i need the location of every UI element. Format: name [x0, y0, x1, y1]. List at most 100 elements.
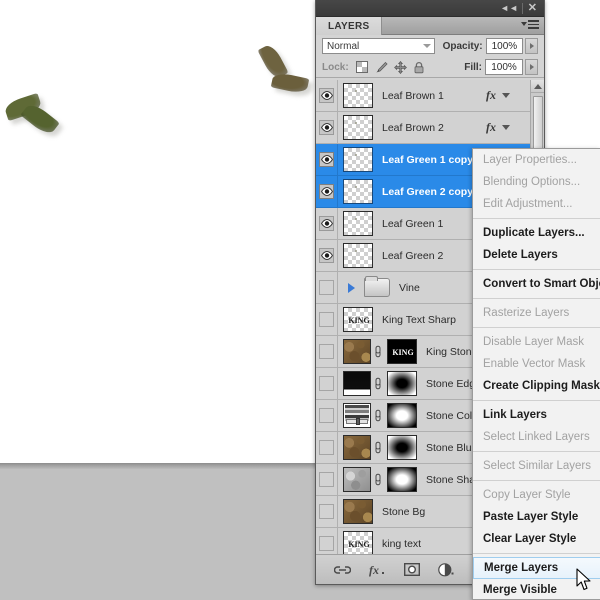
layer-thumbnail[interactable] [343, 499, 373, 524]
layer-effects-cell[interactable]: fx [486, 80, 510, 111]
mask-link-icon[interactable] [372, 441, 383, 454]
mask-link-icon[interactable] [372, 473, 383, 486]
eye-hidden-icon[interactable] [319, 312, 334, 327]
layer-visibility-toggle[interactable] [316, 80, 338, 111]
eye-hidden-icon[interactable] [319, 280, 334, 295]
layer-thumbnail[interactable] [343, 179, 373, 204]
chevron-down-icon[interactable] [502, 125, 510, 130]
layer-name[interactable]: King Stone [426, 346, 477, 358]
layer-visibility-toggle[interactable] [316, 240, 338, 271]
layer-visibility-toggle[interactable] [316, 496, 338, 527]
menu-item[interactable]: Duplicate Layers... [473, 222, 600, 244]
layer-thumbnail[interactable] [343, 467, 371, 492]
lock-row[interactable]: Lock: Fill: 100% [316, 57, 544, 78]
layer-thumbnail[interactable]: KING [343, 307, 373, 332]
layer-visibility-toggle[interactable] [316, 464, 338, 495]
layer-visibility-toggle[interactable] [316, 272, 338, 303]
menu-item[interactable]: Convert to Smart Object [473, 273, 600, 295]
layer-visibility-toggle[interactable] [316, 208, 338, 239]
eye-hidden-icon[interactable] [319, 536, 334, 551]
layer-visibility-toggle[interactable] [316, 112, 338, 143]
layer-visibility-toggle[interactable] [316, 144, 338, 175]
panel-tab-bar[interactable]: LAYERS [316, 17, 544, 35]
close-icon[interactable]: ✕ [528, 2, 537, 15]
blend-mode-select[interactable]: Normal [322, 38, 435, 54]
collapse-double-arrow-icon[interactable]: ◄◄ [500, 2, 518, 15]
eye-hidden-icon[interactable] [319, 344, 334, 359]
layer-effects-cell[interactable]: fx [486, 112, 510, 143]
eye-hidden-icon[interactable] [319, 440, 334, 455]
layer-thumbnail[interactable] [343, 147, 373, 172]
layer-thumbnail[interactable] [343, 339, 371, 364]
table-row[interactable]: Leaf Brown 1 fx [316, 80, 530, 112]
layer-visibility-toggle[interactable] [316, 176, 338, 207]
layer-name[interactable]: Leaf Green 2 [382, 250, 443, 262]
layer-visibility-toggle[interactable] [316, 432, 338, 463]
layer-mask-thumbnail[interactable] [387, 467, 417, 492]
eye-visible-icon[interactable] [319, 216, 334, 231]
eye-visible-icon[interactable] [319, 88, 334, 103]
layer-context-menu[interactable]: Layer Properties... Blending Options... Ed… [472, 148, 600, 600]
chevron-down-icon[interactable] [502, 93, 510, 98]
layer-thumbnail[interactable] [343, 371, 371, 396]
eye-visible-icon[interactable] [319, 248, 334, 263]
layer-mask-thumbnail[interactable]: KING [387, 339, 417, 364]
layer-fx-icon[interactable]: fx [486, 88, 496, 103]
eye-hidden-icon[interactable] [319, 472, 334, 487]
lock-image-pixels-brush-icon[interactable] [374, 60, 389, 74]
eye-hidden-icon[interactable] [319, 408, 334, 423]
layer-name[interactable]: Stone Blur [426, 442, 475, 454]
menu-item[interactable]: Delete Layers [473, 244, 600, 266]
layer-name[interactable]: Leaf Brown 1 [382, 90, 444, 102]
layer-thumbnail[interactable]: KING [343, 531, 373, 554]
layer-thumbnail[interactable] [343, 243, 373, 268]
mask-link-icon[interactable] [372, 345, 383, 358]
eye-visible-icon[interactable] [319, 152, 334, 167]
table-row[interactable]: Leaf Brown 2 fx [316, 112, 530, 144]
layer-visibility-toggle[interactable] [316, 528, 338, 554]
panel-titlebar[interactable]: ◄◄ ✕ [316, 0, 544, 17]
eye-visible-icon[interactable] [319, 184, 334, 199]
layer-name[interactable]: Vine [399, 282, 420, 294]
lock-transparent-pixels-icon[interactable] [355, 60, 370, 74]
opacity-spinner-arrow-icon[interactable] [525, 38, 538, 54]
opacity-input[interactable]: 100% [485, 38, 524, 54]
menu-item[interactable]: Link Layers [473, 404, 600, 426]
menu-item[interactable]: Create Clipping Mask [473, 375, 600, 397]
blend-mode-row[interactable]: Normal Opacity: 100% [316, 35, 544, 57]
layer-thumbnail[interactable] [343, 83, 373, 108]
group-expand-triangle-icon[interactable] [348, 282, 355, 293]
layer-visibility-toggle[interactable] [316, 304, 338, 335]
layer-thumbnail[interactable] [343, 115, 373, 140]
layer-mask-thumbnail[interactable] [387, 403, 417, 428]
layer-name[interactable]: Stone Bg [382, 506, 425, 518]
eye-visible-icon[interactable] [319, 120, 334, 135]
layer-name[interactable]: Leaf Green 2 copy [382, 186, 473, 198]
link-layers-icon[interactable] [334, 564, 351, 576]
layer-name[interactable]: Leaf Green 1 [382, 218, 443, 230]
mask-link-icon[interactable] [372, 377, 383, 390]
layer-mask-thumbnail[interactable] [387, 435, 417, 460]
panel-menu-icon[interactable] [521, 20, 539, 29]
scroll-up-arrow-icon[interactable] [531, 80, 544, 93]
layer-visibility-toggle[interactable] [316, 400, 338, 431]
layer-fx-icon[interactable]: fx [486, 120, 496, 135]
layer-mask-thumbnail[interactable] [387, 371, 417, 396]
fill-input[interactable]: 100% [485, 59, 523, 75]
layer-name[interactable]: Leaf Green 1 copy [382, 154, 473, 166]
tab-layers[interactable]: LAYERS [316, 17, 383, 35]
mask-link-icon[interactable] [372, 409, 383, 422]
lock-position-move-icon[interactable] [393, 60, 408, 74]
layer-thumbnail[interactable] [343, 403, 371, 428]
new-fill-adjustment-layer-icon[interactable] [438, 562, 455, 577]
layer-visibility-toggle[interactable] [316, 336, 338, 367]
eye-hidden-icon[interactable] [319, 504, 334, 519]
folder-icon[interactable] [364, 276, 390, 297]
add-layer-mask-icon[interactable] [404, 563, 420, 576]
add-layer-style-fx-icon[interactable]: fx [369, 563, 386, 577]
eye-hidden-icon[interactable] [319, 376, 334, 391]
menu-item[interactable]: Paste Layer Style [473, 506, 600, 528]
lock-all-padlock-icon[interactable] [412, 60, 427, 74]
menu-item[interactable]: Clear Layer Style [473, 528, 600, 550]
layer-thumbnail[interactable] [343, 435, 371, 460]
